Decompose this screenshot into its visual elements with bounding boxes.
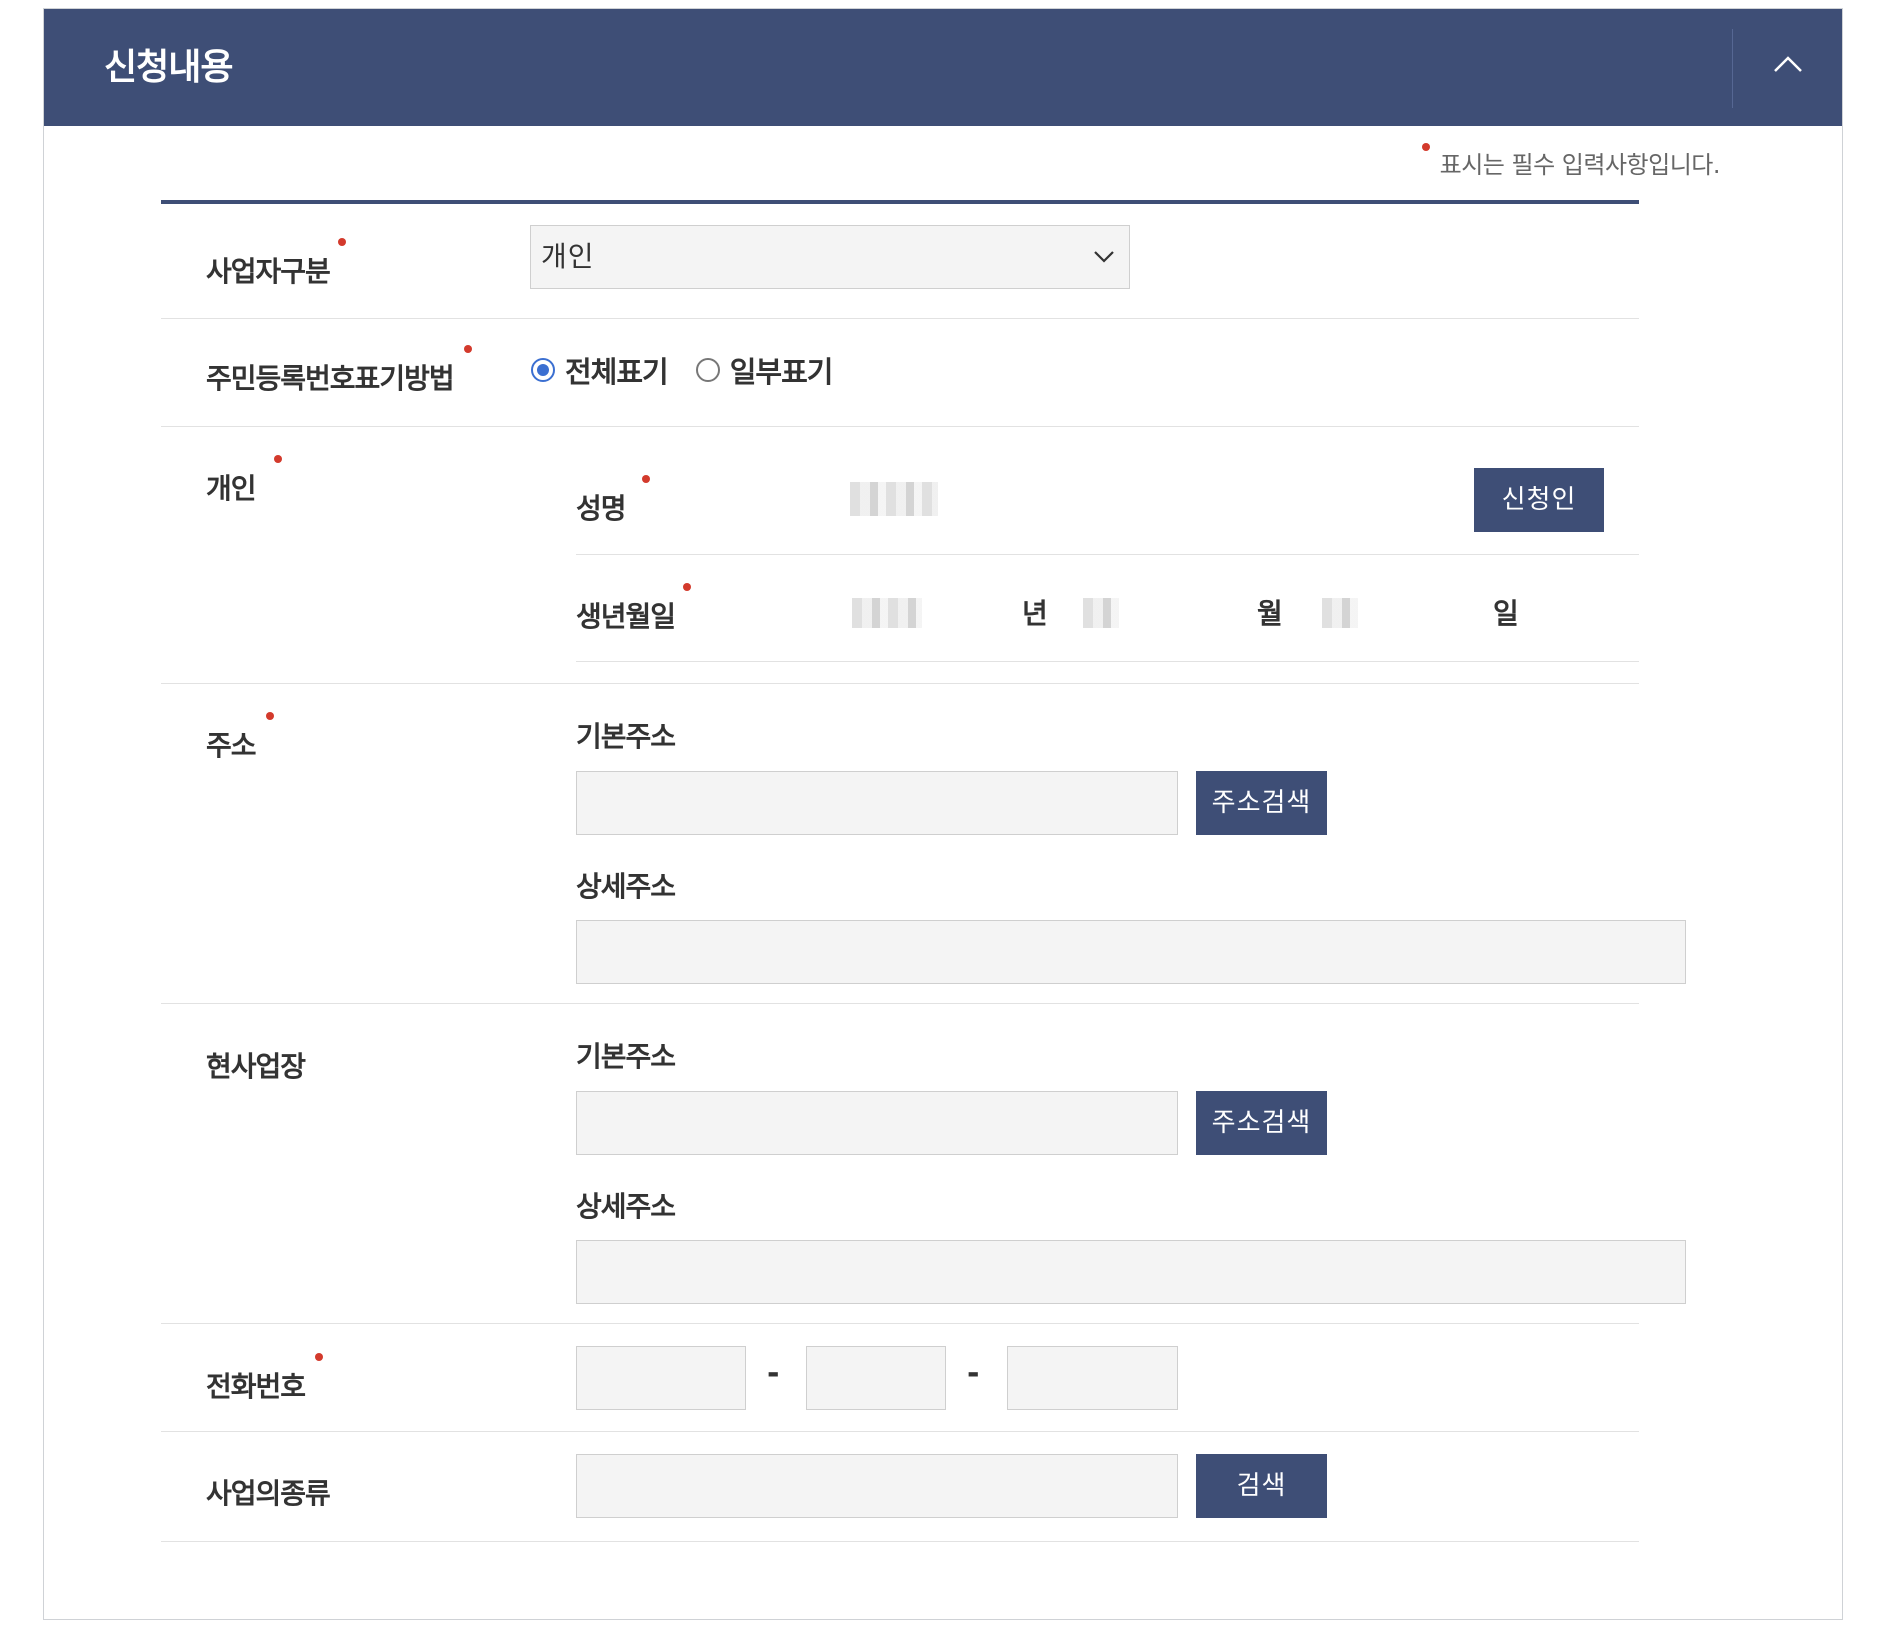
chevron-down-icon [1094, 251, 1114, 263]
panel-title: 신청내용 [104, 47, 233, 88]
phone-separator: - [767, 1356, 780, 1391]
individual-label: 개인 [206, 455, 282, 507]
rrn-display-label: 주민등록번호표기방법 [206, 345, 472, 397]
phone-part3-input[interactable] [1007, 1346, 1178, 1410]
required-dot [641, 475, 650, 483]
birth-date-label-text: 생년월일 [576, 600, 676, 633]
row-divider [161, 1541, 1639, 1542]
address-detail-input[interactable] [576, 920, 1686, 984]
chevron-up-icon [1774, 56, 1802, 72]
business-site-detail-input[interactable] [576, 1240, 1686, 1304]
radio-full-display[interactable]: 전체표기 [531, 349, 669, 391]
phone-part1-input[interactable] [576, 1346, 746, 1410]
radio-checked-icon [531, 358, 555, 382]
birth-date-label: 생년월일 [576, 583, 692, 635]
name-value-redacted [850, 482, 938, 516]
birth-month-redacted [1083, 598, 1119, 628]
address-search-button[interactable]: 주소검색 [1196, 771, 1327, 835]
radio-unchecked-icon [695, 358, 720, 382]
row-divider [161, 318, 1639, 319]
business-site-label-text: 현사업장 [206, 1050, 306, 1083]
sub-row-divider [576, 661, 1639, 662]
required-dot [1421, 143, 1430, 151]
address-label: 주소 [206, 712, 274, 764]
address-basic-input[interactable] [576, 771, 1178, 835]
required-dot [337, 238, 346, 246]
phone-separator: - [967, 1356, 980, 1391]
row-divider [161, 426, 1639, 427]
address-basic-label: 기본주소 [576, 720, 676, 753]
required-dot [463, 345, 472, 353]
business-type-label: 사업자구분 [206, 238, 346, 290]
business-site-search-button[interactable]: 주소검색 [1196, 1091, 1327, 1155]
business-site-basic-label: 기본주소 [576, 1040, 676, 1073]
required-dot [273, 455, 282, 463]
required-note-text: 표시는 필수 입력사항입니다. [1439, 151, 1721, 179]
rrn-display-radio-group: 전체표기 일부표기 [531, 350, 860, 390]
form-top-border [161, 200, 1639, 204]
name-label-text: 성명 [576, 492, 627, 525]
radio-partial-display-label: 일부표기 [729, 355, 834, 389]
row-divider [161, 1431, 1639, 1432]
business-type-value: 개인 [541, 240, 595, 273]
business-site-label: 현사업장 [206, 1045, 306, 1085]
birth-day-redacted [1322, 598, 1358, 628]
business-type-label-text: 사업자구분 [206, 255, 331, 288]
address-detail-label: 상세주소 [576, 870, 676, 903]
business-kind-input[interactable] [576, 1454, 1178, 1518]
row-divider [161, 1323, 1639, 1324]
birth-year-redacted [852, 598, 922, 628]
radio-full-display-label: 전체표기 [565, 355, 669, 389]
address-label-text: 주소 [206, 729, 257, 762]
sub-row-divider [576, 554, 1639, 555]
collapse-button[interactable] [1733, 9, 1842, 126]
phone-label-text: 전화번호 [206, 1370, 306, 1403]
phone-label: 전화번호 [206, 1353, 324, 1405]
business-kind-label: 사업의종류 [206, 1472, 331, 1512]
row-divider [161, 683, 1639, 684]
phone-part2-input[interactable] [806, 1346, 946, 1410]
business-site-detail-label: 상세주소 [576, 1190, 676, 1223]
panel-header: 신청내용 [44, 9, 1842, 126]
radio-partial-display[interactable]: 일부표기 [695, 349, 834, 391]
individual-label-text: 개인 [206, 472, 257, 505]
business-type-select[interactable]: 개인 [530, 225, 1130, 289]
required-dot [683, 583, 692, 591]
applicant-button[interactable]: 신청인 [1474, 468, 1604, 532]
business-kind-label-text: 사업의종류 [206, 1477, 331, 1510]
row-divider [161, 1003, 1639, 1004]
business-site-basic-input[interactable] [576, 1091, 1178, 1155]
required-note: 표시는 필수 입력사항입니다. [1421, 143, 1721, 180]
year-unit: 년 [1022, 597, 1048, 630]
business-kind-search-button[interactable]: 검색 [1196, 1454, 1327, 1518]
rrn-display-label-text: 주민등록번호표기방법 [206, 362, 455, 395]
day-unit: 일 [1493, 597, 1519, 630]
name-label: 성명 [576, 475, 650, 527]
month-unit: 월 [1257, 597, 1283, 630]
required-dot [265, 712, 274, 720]
required-dot [315, 1353, 324, 1361]
